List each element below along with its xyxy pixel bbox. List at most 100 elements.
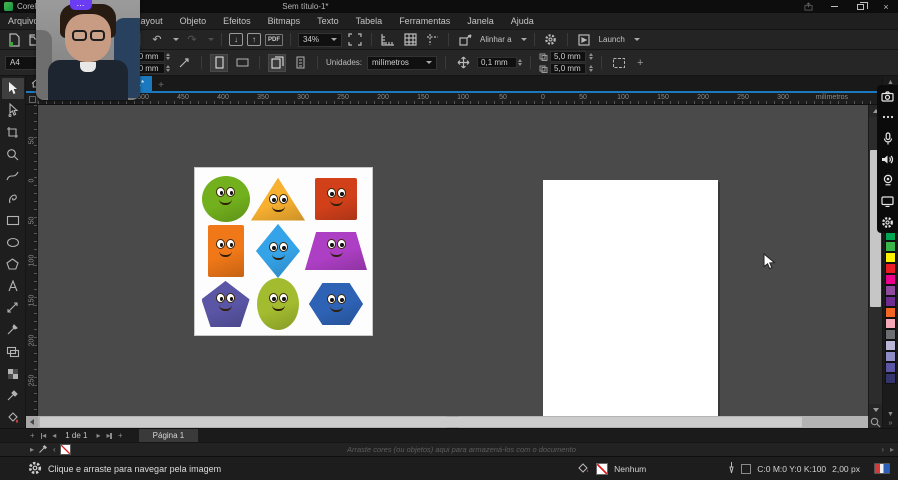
nudge-distance-field[interactable]: 0,1 mm <box>477 57 517 68</box>
palette-color-swatch[interactable] <box>885 252 896 263</box>
palette-expand-icon[interactable]: » <box>889 419 893 428</box>
landscape-button[interactable] <box>233 54 251 72</box>
show-guidelines-icon[interactable] <box>423 32 441 48</box>
palette-color-swatch[interactable] <box>885 318 896 329</box>
document-palette-flyout-icon[interactable]: ▸ <box>30 445 34 454</box>
redo-dropdown-caret[interactable] <box>208 38 214 41</box>
contour-tool-icon[interactable] <box>2 341 24 362</box>
page-dimensions-icon[interactable] <box>175 55 193 71</box>
palette-color-swatch[interactable] <box>885 307 896 318</box>
publish-pdf-icon[interactable]: PDF <box>265 34 283 46</box>
minimize-button[interactable] <box>826 1 842 12</box>
import-icon[interactable]: ↓ <box>229 33 243 46</box>
color-eyedropper-tool-icon[interactable] <box>2 385 24 406</box>
treat-as-filled-icon[interactable] <box>610 54 628 72</box>
text-tool-icon[interactable] <box>2 275 24 296</box>
webcam-icon[interactable] <box>881 174 895 186</box>
dimension-tool-icon[interactable] <box>2 297 24 318</box>
new-tab-button[interactable]: + <box>152 80 170 91</box>
webcam-menu-pill[interactable]: ⋯ <box>70 0 92 10</box>
menu-bitmaps[interactable]: Bitmaps <box>266 15 303 27</box>
menu-ferramentas[interactable]: Ferramentas <box>397 15 452 27</box>
palette-color-swatch[interactable] <box>885 241 896 252</box>
next-page-icon[interactable]: ▸ <box>96 431 100 440</box>
fill-none-swatch[interactable] <box>596 463 608 475</box>
titlebar-extra-icon[interactable] <box>800 1 816 12</box>
palette-color-swatch[interactable] <box>885 285 896 296</box>
menu-texto[interactable]: Texto <box>315 15 341 27</box>
doc-palette-scroll-right-icon[interactable]: › <box>881 445 884 454</box>
screenshot-camera-icon[interactable] <box>881 90 895 102</box>
pick-tool-icon[interactable] <box>2 78 24 99</box>
menu-janela[interactable]: Janela <box>465 15 496 27</box>
portrait-button[interactable] <box>210 54 228 72</box>
artistic-media-tool-icon[interactable] <box>2 188 24 209</box>
page-width-stepper[interactable] <box>166 53 170 60</box>
doc-palette-end-icon[interactable]: ▸ <box>890 445 894 454</box>
duplicate-y-stepper[interactable] <box>589 65 593 72</box>
palette-color-swatch[interactable] <box>885 274 896 285</box>
page-artboard[interactable] <box>543 180 718 416</box>
current-page-sizes-icon[interactable] <box>268 54 286 72</box>
speaker-icon[interactable] <box>881 153 895 165</box>
launch-icon[interactable] <box>575 32 593 48</box>
add-page-before-button[interactable]: + <box>30 431 35 440</box>
freehand-tool-icon[interactable] <box>2 166 24 187</box>
crop-tool-icon[interactable] <box>2 122 24 143</box>
duplicate-x-stepper[interactable] <box>589 53 593 60</box>
polygon-tool-icon[interactable] <box>2 254 24 275</box>
launch-dropdown-caret[interactable] <box>634 38 640 41</box>
palette-color-swatch[interactable] <box>885 351 896 362</box>
more-options-icon[interactable] <box>881 111 895 123</box>
pan-zoom-button[interactable] <box>868 416 882 428</box>
recorder-settings-gear-icon[interactable] <box>881 216 895 228</box>
nudge-stepper[interactable] <box>518 59 522 66</box>
align-to-label[interactable]: Alinhar a <box>480 35 512 44</box>
redo-icon[interactable]: ↷ <box>183 32 201 48</box>
horizontal-ruler[interactable]: milímetros 60055050045040035030025020015… <box>26 93 882 105</box>
palette-scroll-down-icon[interactable]: ▼ <box>887 410 894 419</box>
keyboard-language-icon[interactable] <box>874 463 890 474</box>
palette-color-swatch[interactable] <box>885 362 896 373</box>
microphone-icon[interactable] <box>881 132 895 144</box>
palette-color-swatch[interactable] <box>885 373 896 384</box>
palette-color-swatch[interactable] <box>885 263 896 274</box>
first-page-icon[interactable]: ◂ <box>41 431 47 440</box>
units-combo[interactable]: milímetros <box>367 56 437 70</box>
all-page-sizes-icon[interactable] <box>291 54 309 72</box>
display-capture-icon[interactable] <box>881 195 895 207</box>
palette-color-swatch[interactable] <box>885 296 896 307</box>
add-toolbar-items-button[interactable]: + <box>633 57 647 69</box>
align-dropdown-caret[interactable] <box>521 38 527 41</box>
menu-ajuda[interactable]: Ajuda <box>509 15 536 27</box>
horizontal-scroll-thumb[interactable] <box>40 417 802 427</box>
undo-dropdown-caret[interactable] <box>173 38 179 41</box>
snap-to-icon[interactable] <box>456 32 474 48</box>
ellipse-tool-icon[interactable] <box>2 232 24 253</box>
page-height-stepper[interactable] <box>166 65 170 72</box>
document-no-color-swatch[interactable] <box>60 444 71 455</box>
mesh-fill-tool-icon[interactable] <box>2 363 24 384</box>
show-rulers-icon[interactable] <box>379 32 397 48</box>
palette-collapse-icon[interactable]: ‹ <box>53 445 56 454</box>
last-page-icon[interactable]: ▸ <box>106 431 112 440</box>
shapes-clipart-image[interactable] <box>194 167 373 336</box>
new-document-icon[interactable] <box>5 32 23 48</box>
duplicate-y-field[interactable]: 5,0 mm <box>550 63 586 74</box>
close-button[interactable]: × <box>878 1 894 12</box>
drawing-canvas[interactable] <box>38 105 868 416</box>
menu-tabela[interactable]: Tabela <box>354 15 385 27</box>
previous-page-icon[interactable]: ◂ <box>52 431 56 440</box>
zoom-level-combo[interactable]: 34% <box>298 33 342 47</box>
status-gear-icon[interactable] <box>28 461 42 477</box>
zoom-tool-icon[interactable] <box>2 144 24 165</box>
shape-tool-icon[interactable] <box>2 100 24 121</box>
palette-eyedropper-icon[interactable] <box>38 443 49 456</box>
rectangle-tool-icon[interactable] <box>2 210 24 231</box>
scroll-down-button[interactable] <box>869 404 882 416</box>
outline-color-swatch[interactable] <box>741 464 751 474</box>
undo-icon[interactable]: ↶ <box>148 32 166 48</box>
interactive-fill-tool-icon[interactable] <box>2 407 24 428</box>
show-grid-icon[interactable] <box>401 32 419 48</box>
duplicate-x-field[interactable]: 5,0 mm <box>550 51 586 62</box>
